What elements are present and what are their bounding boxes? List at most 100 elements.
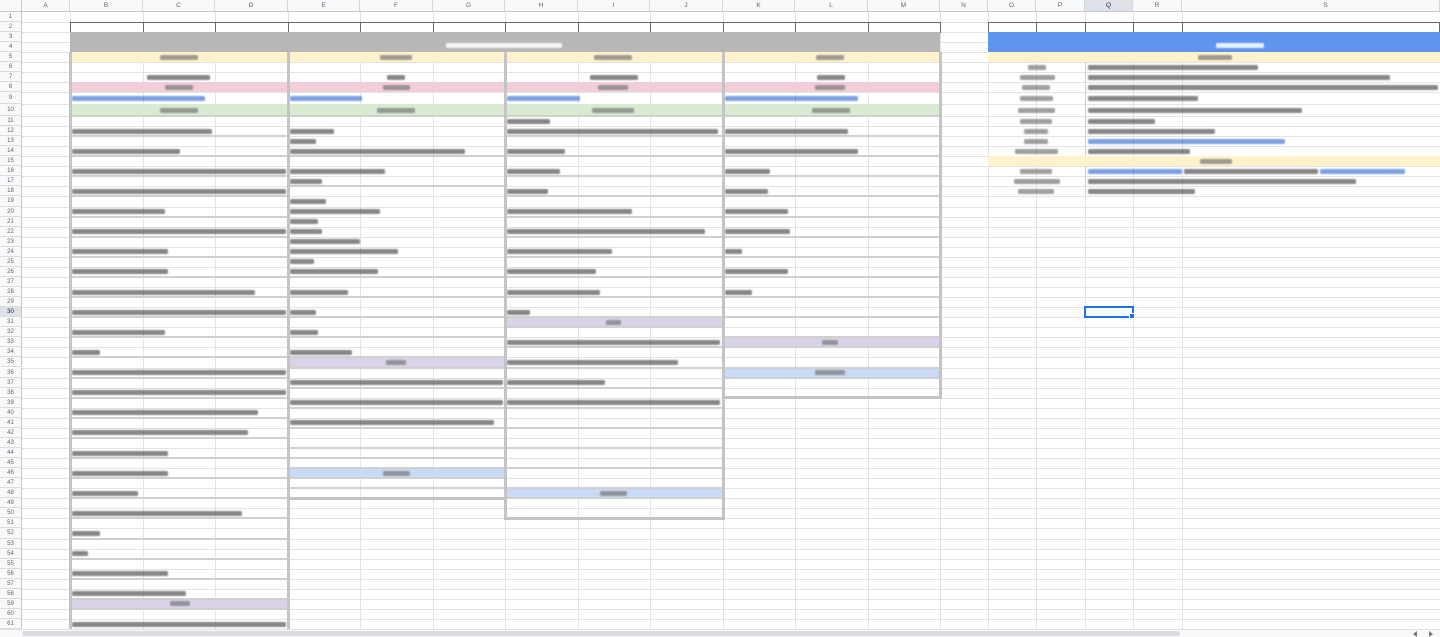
row-header-21[interactable]: 21 [0, 216, 22, 227]
blurred-section-label [815, 84, 845, 90]
row-header-58[interactable]: 58 [0, 588, 22, 599]
column-header-g[interactable]: G [433, 0, 505, 11]
column-header-n[interactable]: N [940, 0, 988, 11]
row-header-3[interactable]: 3 [0, 32, 22, 42]
row-header-46[interactable]: 46 [0, 468, 22, 479]
row-header-28[interactable]: 28 [0, 287, 22, 298]
row-header-11[interactable]: 11 [0, 116, 22, 127]
row-header-8[interactable]: 8 [0, 82, 22, 92]
column-header-q[interactable]: Q [1085, 0, 1133, 11]
table-border [286, 52, 290, 630]
row-header-33[interactable]: 33 [0, 337, 22, 348]
column-header-d[interactable]: D [215, 0, 288, 11]
blurred-section-label [822, 339, 838, 345]
row-header-6[interactable]: 6 [0, 62, 22, 72]
selected-cell[interactable] [1084, 306, 1135, 320]
row-header-32[interactable]: 32 [0, 327, 22, 338]
scroll-left-button[interactable] [1408, 630, 1422, 637]
cell-border [723, 215, 940, 218]
row-header-50[interactable]: 50 [0, 508, 22, 519]
row-header-59[interactable]: 59 [0, 598, 22, 609]
row-header-27[interactable]: 27 [0, 276, 22, 287]
blurred-section-label [812, 107, 850, 113]
row-header-36[interactable]: 36 [0, 367, 22, 378]
row-header-41[interactable]: 41 [0, 417, 22, 428]
row-header-1[interactable]: 1 [0, 12, 22, 22]
row-header-44[interactable]: 44 [0, 447, 22, 459]
row-header-12[interactable]: 12 [0, 126, 22, 137]
row-header-7[interactable]: 7 [0, 72, 22, 82]
column-header-j[interactable]: J [650, 0, 723, 11]
row-header-35[interactable]: 35 [0, 357, 22, 368]
column-header-e[interactable]: E [288, 0, 360, 11]
row-header-4[interactable]: 4 [0, 42, 22, 52]
row-header-43[interactable]: 43 [0, 437, 22, 448]
fill-handle[interactable] [1129, 313, 1135, 320]
row-header-40[interactable]: 40 [0, 407, 22, 418]
row-header-48[interactable]: 48 [0, 488, 22, 499]
row-header-30[interactable]: 30 [0, 307, 22, 318]
row-header-15[interactable]: 15 [0, 156, 22, 167]
row-header-38[interactable]: 38 [0, 387, 22, 398]
row-header-26[interactable]: 26 [0, 266, 22, 277]
row-header-52[interactable]: 52 [0, 528, 22, 539]
row-header-61[interactable]: 61 [0, 619, 22, 630]
row-header-23[interactable]: 23 [0, 236, 22, 247]
column-header-f[interactable]: F [360, 0, 433, 11]
row-header-19[interactable]: 19 [0, 196, 22, 207]
row-header-53[interactable]: 53 [0, 538, 22, 549]
blurred-field-value [1088, 95, 1198, 101]
row-header-47[interactable]: 47 [0, 478, 22, 489]
row-header-49[interactable]: 49 [0, 498, 22, 509]
column-header-c[interactable]: C [143, 0, 215, 11]
row-header-54[interactable]: 54 [0, 548, 22, 559]
row-header-22[interactable]: 22 [0, 226, 22, 237]
blurred-field-value [1184, 168, 1318, 174]
row-header-31[interactable]: 31 [0, 317, 22, 328]
row-header-57[interactable]: 57 [0, 578, 22, 589]
scrollbar-thumb[interactable] [22, 631, 1180, 636]
column-header-h[interactable]: H [505, 0, 578, 11]
row-header-42[interactable]: 42 [0, 427, 22, 438]
horizontal-scrollbar[interactable] [0, 629, 1440, 637]
column-header-k[interactable]: K [723, 0, 795, 11]
column-header-p[interactable]: P [1036, 0, 1085, 11]
column-header-m[interactable]: M [868, 0, 940, 11]
cell-border [288, 296, 505, 299]
column-header-l[interactable]: L [795, 0, 868, 11]
row-header-10[interactable]: 10 [0, 104, 22, 116]
row-header-14[interactable]: 14 [0, 146, 22, 157]
row-header-18[interactable]: 18 [0, 186, 22, 197]
row-header-34[interactable]: 34 [0, 347, 22, 358]
row-header-39[interactable]: 39 [0, 397, 22, 408]
scroll-right-button[interactable] [1424, 630, 1438, 637]
row-header-55[interactable]: 55 [0, 558, 22, 569]
cell-border [70, 316, 288, 319]
cell-border [70, 296, 288, 299]
column-header-s[interactable]: S [1182, 0, 1440, 11]
column-header-r[interactable]: R [1133, 0, 1182, 11]
cell-border [288, 336, 505, 339]
row-header-60[interactable]: 60 [0, 608, 22, 619]
blurred-cell-text [725, 209, 788, 215]
row-header-37[interactable]: 37 [0, 377, 22, 388]
cell-border [505, 296, 723, 299]
row-header-45[interactable]: 45 [0, 458, 22, 469]
row-header-17[interactable]: 17 [0, 176, 22, 187]
column-header-i[interactable]: I [578, 0, 650, 11]
row-header-25[interactable]: 25 [0, 256, 22, 267]
column-header-a[interactable]: A [22, 0, 70, 11]
row-header-13[interactable]: 13 [0, 136, 22, 147]
row-header-9[interactable]: 9 [0, 92, 22, 104]
row-header-2[interactable]: 2 [0, 22, 22, 32]
row-header-20[interactable]: 20 [0, 206, 22, 217]
row-header-56[interactable]: 56 [0, 568, 22, 579]
column-header-b[interactable]: B [70, 0, 143, 11]
row-header-16[interactable]: 16 [0, 166, 22, 177]
row-header-51[interactable]: 51 [0, 518, 22, 529]
row-header-29[interactable]: 29 [0, 297, 22, 308]
cell-border [505, 195, 723, 198]
row-header-5[interactable]: 5 [0, 52, 22, 62]
row-header-24[interactable]: 24 [0, 246, 22, 257]
column-header-o[interactable]: O [988, 0, 1036, 11]
